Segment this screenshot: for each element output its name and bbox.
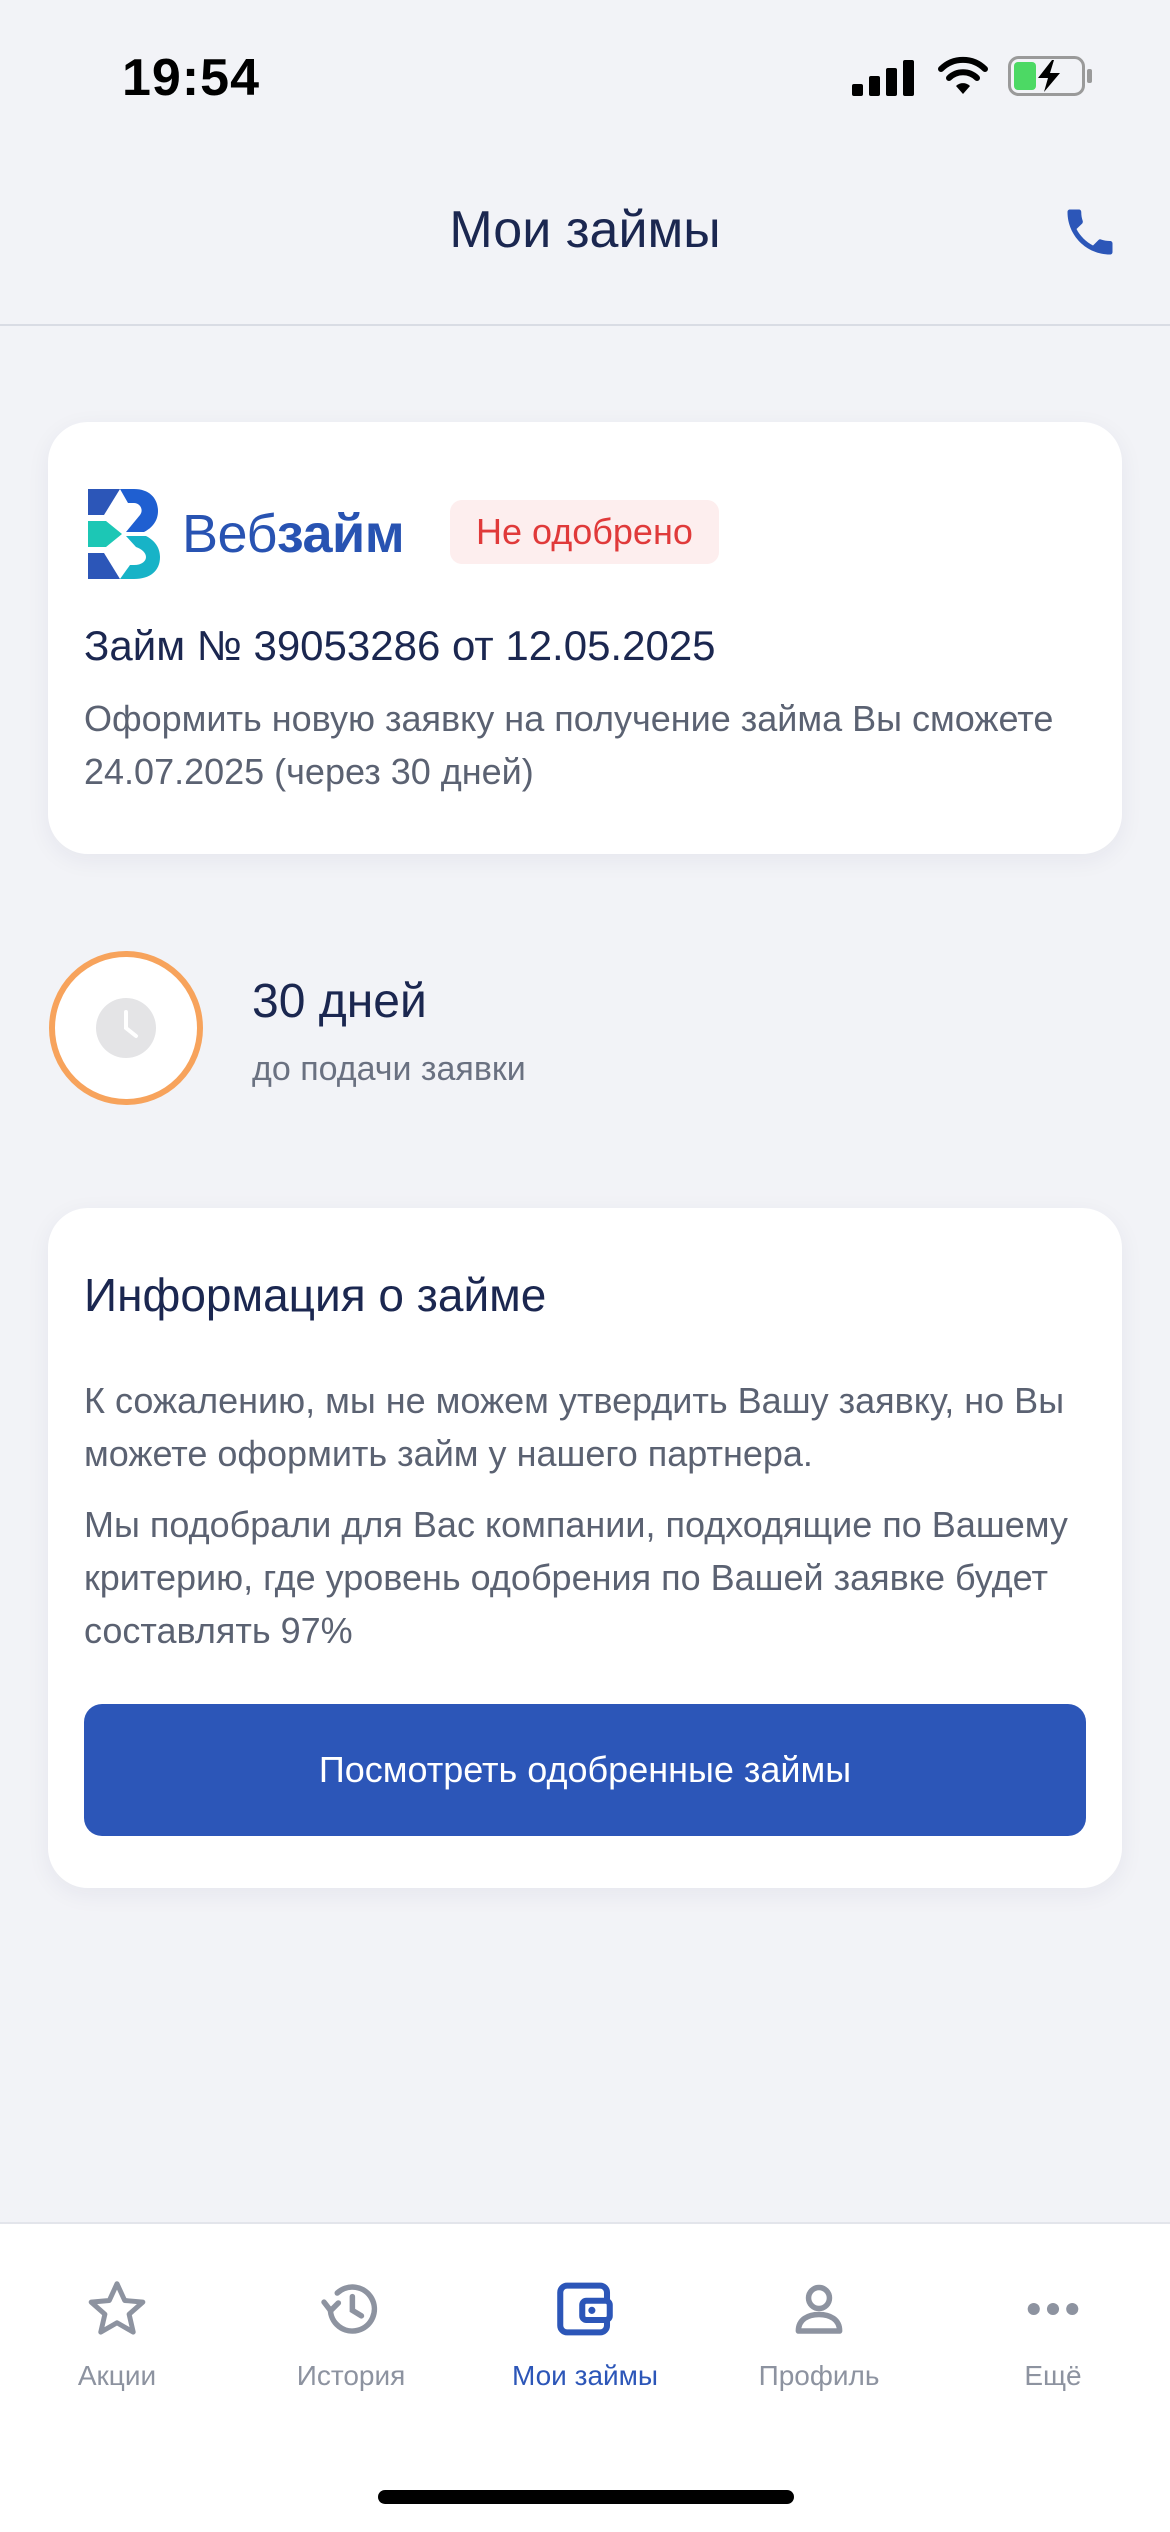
logo-text: Вебзайм — [182, 504, 405, 564]
info-paragraph: Мы подобрали для Вас компании, подходящи… — [84, 1504, 1068, 1651]
loan-info-card: Информация о займе К сожалению, мы не мо… — [48, 1208, 1122, 1888]
tab-more[interactable]: Ещё — [936, 2254, 1170, 2404]
loan-card[interactable]: Вебзайм Не одобрено Займ № 39053286 от 1… — [48, 422, 1122, 854]
timer-value: 30 дней — [252, 975, 427, 1028]
loan-description: Оформить новую заявку на получение займа… — [84, 698, 1054, 792]
battery-charging-icon — [1008, 56, 1092, 96]
tab-label: Акции — [77, 2360, 157, 2391]
header: Мои займы — [0, 150, 1170, 326]
signal-icon — [852, 60, 914, 96]
tab-my-loans[interactable]: Мои займы — [468, 2254, 702, 2404]
info-paragraph: К сожалению, мы не можем утвердить Вашу … — [84, 1380, 1065, 1474]
status-bar: 19:54 — [0, 0, 1170, 150]
tab-label: История — [296, 2360, 406, 2391]
page-title: Мои займы — [449, 201, 721, 259]
more-icon — [1027, 2302, 1079, 2316]
profile-icon — [795, 2284, 843, 2334]
tab-promotions[interactable]: Акции — [0, 2254, 234, 2404]
tab-label: Мои займы — [511, 2360, 659, 2391]
wallet-icon — [557, 2282, 613, 2336]
history-icon — [321, 2284, 378, 2334]
timer-label: до подачи заявки — [252, 1050, 526, 1088]
logo-mark-icon — [88, 489, 160, 579]
info-title: Информация о займе — [84, 1269, 547, 1321]
phone-icon[interactable] — [1060, 202, 1120, 262]
reapply-timer: 30 дней до подачи заявки — [48, 950, 648, 1106]
status-time: 19:54 — [122, 49, 260, 107]
view-approved-loans-button[interactable]: Посмотреть одобренные займы — [84, 1704, 1086, 1836]
tab-bar: Акции История Мои займы Профиль Ещё — [0, 2222, 1170, 2532]
star-icon — [88, 2281, 146, 2335]
tab-label: Ещё — [1024, 2360, 1082, 2391]
webzaim-logo: Вебзайм — [84, 484, 424, 584]
home-indicator — [378, 2490, 794, 2504]
tab-profile[interactable]: Профиль — [702, 2254, 936, 2404]
screen: 19:54 Мои займы Вебзайм Не одобрено Займ… — [0, 0, 1170, 2532]
clock-icon — [49, 951, 203, 1105]
status-badge: Не одобрено — [450, 500, 719, 564]
tab-history[interactable]: История — [234, 2254, 468, 2404]
tab-label: Профиль — [758, 2360, 880, 2391]
wifi-icon — [938, 56, 988, 94]
loan-title: Займ № 39053286 от 12.05.2025 — [84, 622, 716, 669]
